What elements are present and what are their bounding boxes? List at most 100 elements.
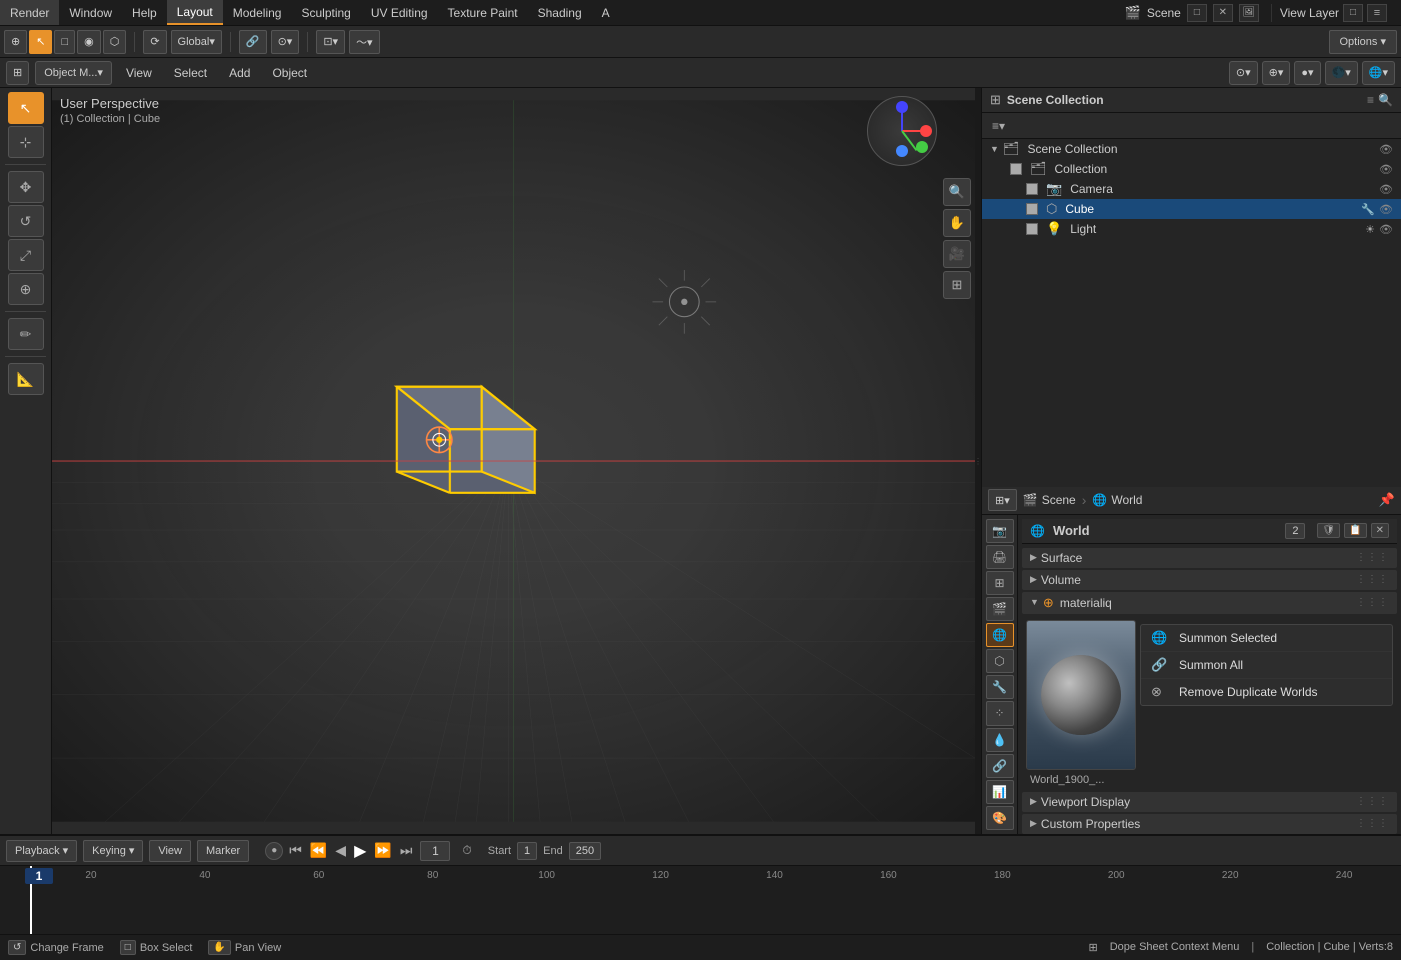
rotate-tool-icon[interactable]: ↺: [8, 205, 44, 237]
gizmo-x-axis[interactable]: [920, 125, 932, 137]
particles-props-btn[interactable]: ⁘: [986, 701, 1014, 725]
summon-all-btn[interactable]: 🔗 Summon All: [1141, 652, 1392, 679]
cube-checkbox[interactable]: [1026, 203, 1038, 215]
remove-duplicate-worlds-btn[interactable]: ⊗ Remove Duplicate Worlds: [1141, 679, 1392, 705]
outliner-filter-icon[interactable]: ≡: [1367, 93, 1374, 107]
transform-orientations-btn[interactable]: ⊕▾: [1262, 61, 1291, 85]
annotation-type-btn[interactable]: ⊡▾: [316, 30, 345, 54]
prev-keyframe-btn[interactable]: ⏪: [308, 840, 329, 861]
timeline-ruler[interactable]: 20 40 60 80 100 120 140 160 180 200 220 …: [0, 866, 1401, 934]
outliner-search-icon[interactable]: 🔍: [1378, 93, 1393, 107]
curve-type-btn[interactable]: 〜▾: [349, 30, 380, 54]
collection-checkbox[interactable]: [1010, 163, 1022, 175]
options-btn[interactable]: Options ▾: [1329, 30, 1398, 54]
view-menu-btn[interactable]: View: [149, 840, 191, 862]
render-preview-btn[interactable]: 🖼: [1239, 4, 1259, 22]
keyframe-record-btn[interactable]: ●: [265, 842, 283, 860]
world-props-btn active[interactable]: 🌐: [986, 623, 1014, 647]
viewport[interactable]: User Perspective (1) Collection | Cube 🔍…: [52, 88, 975, 834]
annotate-tool-icon[interactable]: ✏: [8, 318, 44, 350]
gizmo-circle[interactable]: [867, 96, 937, 166]
workspace-modeling[interactable]: Modeling: [223, 0, 292, 25]
filter-all-btn[interactable]: ≡▾: [988, 117, 1009, 135]
global-transform-btn[interactable]: Global ▾: [171, 30, 222, 54]
gizmo-y-axis[interactable]: [916, 141, 928, 153]
select-cursor-btn[interactable]: ↖: [29, 30, 52, 54]
workspace-animation[interactable]: A: [592, 0, 620, 25]
circle-select-btn[interactable]: ◉: [77, 30, 101, 54]
viewport-shading-dots-btn[interactable]: ⊙▾: [1229, 61, 1258, 85]
end-frame-input[interactable]: 250: [569, 842, 601, 860]
box-select-tool-btn[interactable]: □: [54, 30, 75, 54]
object-mode-selector[interactable]: Object M... ▾: [35, 61, 112, 85]
current-frame-indicator[interactable]: 1: [420, 841, 450, 861]
add-menu[interactable]: Add: [221, 61, 258, 85]
gizmo-z-axis[interactable]: [896, 101, 908, 113]
playback-menu-btn[interactable]: Playback ▾: [6, 840, 77, 862]
mode-icon-btn[interactable]: ⊕: [4, 30, 27, 54]
physics-props-btn[interactable]: 💧: [986, 728, 1014, 752]
workspace-layout[interactable]: Layout: [167, 0, 223, 25]
camera-checkbox[interactable]: [1026, 183, 1038, 195]
measure-tool-icon[interactable]: 📐: [8, 363, 44, 395]
camera-view-btn[interactable]: 🎥: [943, 240, 971, 268]
prop-nav-editor-btn[interactable]: ⊞▾: [988, 489, 1017, 511]
cube-vis-icon[interactable]: 👁: [1379, 203, 1393, 216]
play-btn[interactable]: ▶: [352, 839, 368, 863]
scene-new-btn[interactable]: □: [1187, 4, 1207, 22]
prop-nav-pin-icon[interactable]: 📌: [1379, 492, 1395, 508]
marker-menu-btn[interactable]: Marker: [197, 840, 249, 862]
select-tool-icon[interactable]: ↖: [8, 92, 44, 124]
outliner-item-light[interactable]: 💡 Light ☀ 👁: [982, 219, 1401, 239]
editor-type-btn[interactable]: ⊞: [6, 61, 29, 85]
prop-nav-world[interactable]: 🌐 World: [1092, 493, 1142, 507]
keying-menu-btn[interactable]: Keying ▾: [83, 840, 143, 862]
snap-magnet-btn[interactable]: 🔗: [239, 30, 267, 54]
move-tool-icon[interactable]: ✥: [8, 171, 44, 203]
prop-nav-scene[interactable]: 🎬 Scene: [1023, 493, 1076, 507]
summon-selected-btn[interactable]: 🌐 Summon Selected: [1141, 625, 1392, 652]
custom-props-header[interactable]: Custom Properties ⋮⋮⋮: [1022, 814, 1397, 834]
surface-section-header[interactable]: Surface ⋮⋮⋮: [1022, 548, 1397, 568]
jump-start-btn[interactable]: ⏮: [287, 840, 304, 861]
outliner-item-cube[interactable]: ⬡ Cube 🔧 👁: [982, 199, 1401, 219]
output-props-btn[interactable]: 🖨: [986, 545, 1014, 569]
outliner-item-camera[interactable]: 📷 Camera 👁: [982, 179, 1401, 199]
render-props-btn[interactable]: 📷: [986, 519, 1014, 543]
viewport-shading-btn[interactable]: 🌑▾: [1325, 61, 1358, 85]
light-vis-icon[interactable]: 👁: [1379, 223, 1393, 236]
next-keyframe-btn[interactable]: ⏩: [372, 840, 393, 861]
volume-section-header[interactable]: Volume ⋮⋮⋮: [1022, 570, 1397, 590]
view-layer-settings-btn[interactable]: ≡: [1367, 4, 1387, 22]
jump-end-btn[interactable]: ⏭: [398, 840, 415, 861]
view-menu[interactable]: View: [118, 61, 160, 85]
outliner-item-collection[interactable]: 🗂 Collection 👁: [982, 159, 1401, 179]
materialiq-section-header[interactable]: ⊕ materialiq ⋮⋮⋮: [1022, 592, 1397, 614]
start-frame-input[interactable]: 1: [517, 842, 537, 860]
workspace-uv-editing[interactable]: UV Editing: [361, 0, 438, 25]
lasso-select-btn[interactable]: ⬡: [103, 30, 127, 54]
object-menu[interactable]: Object: [264, 61, 315, 85]
scene-collection-vis-icon[interactable]: 👁: [1379, 143, 1393, 156]
zoom-in-btn[interactable]: 🔍: [943, 178, 971, 206]
workspace-sculpting[interactable]: Sculpting: [291, 0, 360, 25]
constraints-props-btn[interactable]: 🔗: [986, 754, 1014, 778]
workspace-texture-paint[interactable]: Texture Paint: [438, 0, 528, 25]
gizmo-blue-dot[interactable]: [896, 145, 908, 157]
menu-render[interactable]: Render: [0, 0, 59, 25]
workspace-shading[interactable]: Shading: [528, 0, 592, 25]
navigation-gizmo[interactable]: [867, 96, 947, 176]
world-close-btn[interactable]: ✕: [1371, 523, 1389, 538]
proportional-edit-btn[interactable]: ⊙▾: [271, 30, 300, 54]
viewport-display-header[interactable]: Viewport Display ⋮⋮⋮: [1022, 792, 1397, 812]
menu-window[interactable]: Window: [59, 0, 122, 25]
world-copy-btn[interactable]: 📋: [1344, 523, 1366, 538]
material-props-btn[interactable]: 🎨: [986, 806, 1014, 830]
data-props-btn[interactable]: 📊: [986, 780, 1014, 804]
transform-tool-icon[interactable]: ⊕: [8, 273, 44, 305]
menu-help[interactable]: Help: [122, 0, 167, 25]
viewport-overlay-btn[interactable]: ●▾: [1294, 61, 1320, 85]
cursor-tool-icon[interactable]: ⊹: [8, 126, 44, 158]
viewport-rendered-btn[interactable]: 🌐▾: [1362, 61, 1395, 85]
world-shield-btn[interactable]: 🛡: [1317, 523, 1340, 538]
